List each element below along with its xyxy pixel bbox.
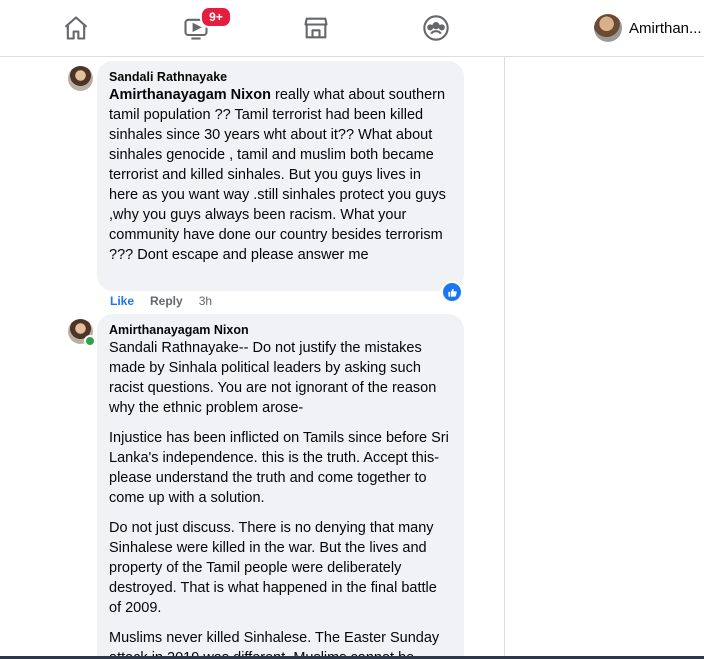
comment-actions: Like Reply 3h <box>110 294 212 308</box>
comment-timestamp[interactable]: 3h <box>199 294 212 308</box>
comment-paragraph: Sandali Rathnayake-- Do not justify the … <box>109 340 437 416</box>
marketplace-icon[interactable] <box>300 12 332 44</box>
profile-avatar <box>594 14 622 42</box>
reply-button[interactable]: Reply <box>150 294 183 308</box>
reaction-like-icon[interactable] <box>441 281 463 303</box>
comment-paragraph: Do not just discuss. There is no denying… <box>109 520 437 616</box>
comment-author[interactable]: Sandali Rathnayake <box>109 69 452 85</box>
right-pane <box>505 57 704 659</box>
home-icon[interactable] <box>60 12 92 44</box>
notification-badge: 9+ <box>200 6 232 28</box>
profile-name: Amirthan... <box>629 19 702 37</box>
watch-video-icon[interactable]: 9+ <box>180 6 232 44</box>
comment-paragraph: Muslims never killed Sinhalese. The East… <box>109 630 440 659</box>
top-navigation-bar: 9+ Amirthan... <box>0 0 704 57</box>
comment-paragraph: Injustice has been inflicted on Tamils s… <box>109 430 449 506</box>
profile-shortcut[interactable]: Amirthan... <box>594 12 702 44</box>
comment-bubble: Sandali Rathnayake Amirthanayagam Nixon … <box>97 61 464 291</box>
groups-icon[interactable] <box>420 12 452 44</box>
like-button[interactable]: Like <box>110 294 134 308</box>
comment-bubble: Amirthanayagam Nixon Sandali Rathnayake-… <box>97 314 464 659</box>
online-status-indicator <box>84 335 96 347</box>
comment-text: Sandali Rathnayake-- Do not justify the … <box>109 338 452 659</box>
mention-link[interactable]: Amirthanayagam Nixon <box>109 87 271 103</box>
comment-text: Amirthanayagam Nixon really what about s… <box>109 87 446 263</box>
comment-author[interactable]: Amirthanayagam Nixon <box>109 322 452 338</box>
comments-feed: Sandali Rathnayake Amirthanayagam Nixon … <box>0 57 504 659</box>
avatar[interactable] <box>68 66 93 91</box>
